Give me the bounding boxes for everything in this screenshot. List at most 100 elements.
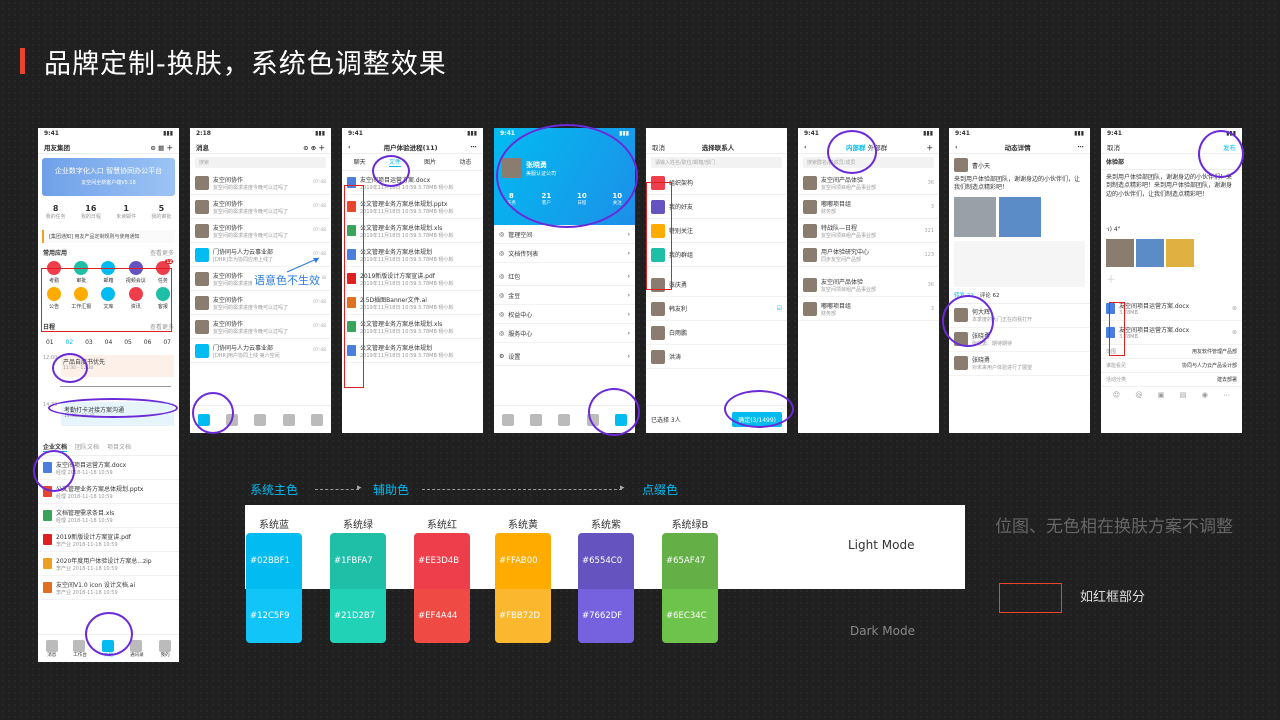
app-customer[interactable]: 客报 [151, 287, 175, 310]
message-row[interactable]: 友空间协作友空间的需求进度今晚可以过吗了07:48 [190, 195, 331, 219]
avatar[interactable] [954, 158, 968, 172]
search-input[interactable]: 搜索群名/群成员/成员 [803, 157, 934, 168]
docs-icon[interactable] [558, 413, 571, 426]
at-icon[interactable]: @ [1135, 391, 1142, 399]
group-row[interactable]: 特战队—日程 友空间项目组产品事业部 321 [798, 219, 939, 243]
app-video[interactable]: 视频会议 [124, 261, 148, 284]
app-library[interactable]: 文库 [96, 287, 120, 310]
doc-row[interactable]: 友空间V1.0 icon 设计文档.ai 李产业 2018-11-18 10:59 [38, 576, 179, 600]
cancel-button[interactable]: 取消 [652, 142, 665, 152]
category-starred[interactable]: 特别关注 [646, 219, 787, 243]
message-row[interactable]: 友空间协作友空间的需求进度今晚可以过吗了07:48 [190, 171, 331, 195]
comment-row[interactable]: 张晓勇 对未来用户体验进行了展望 [949, 352, 1090, 376]
app-task[interactable]: 任务 12 [151, 259, 175, 284]
group-row[interactable]: 友空间产品体验 友空间项目组产品事业部 36 [798, 171, 939, 195]
group-row[interactable]: 嘟嘟项目组 财务部 3 [798, 195, 939, 219]
post-image[interactable] [1166, 239, 1194, 267]
workbench-icon[interactable] [226, 413, 239, 426]
file-row[interactable]: 友空间项目运营方案.docx 2019年11月18日 10:59 3.78MB 杨… [342, 171, 483, 195]
menu-item[interactable]: ◎ 金豆 › [494, 286, 635, 305]
voice-clip[interactable]: ·ı) 4" [1106, 226, 1237, 233]
menu-item[interactable]: ◎ 管理空间 › [494, 225, 635, 244]
category-friends[interactable]: 我的好友 [646, 195, 787, 219]
app-news[interactable]: 资讯 [124, 287, 148, 310]
menu-item[interactable]: ◎ 红包 › [494, 267, 635, 286]
org-name[interactable]: 用友集团 [44, 142, 70, 152]
app-approval[interactable]: 审批 [69, 261, 93, 284]
confirm-button[interactable]: 确定(3/1499) [732, 412, 782, 427]
me-icon[interactable] [614, 413, 627, 426]
doc-row[interactable]: 2019新版设计方案宣讲.pdf 李产业 2018-11-18 10:59 [38, 528, 179, 552]
more-icon[interactable]: ⋯ [1078, 143, 1085, 151]
message-row[interactable]: 门协同与人力云事业部 [DHR]用户协同上线 第六空间 07:48 [190, 339, 331, 363]
event[interactable]: 12:00 产品自度书优先 11:30 - 12:30 [38, 352, 179, 380]
cancel-button[interactable]: 取消 [1107, 142, 1120, 152]
back-icon[interactable]: ‹ [955, 143, 958, 151]
stat[interactable]: 5 我的审批 [151, 204, 171, 226]
tab-workbench[interactable]: 工作台 [73, 639, 87, 658]
app-report[interactable]: 工作汇报 [69, 287, 93, 310]
attachment-row[interactable]: 友空间项目运营方案.docx 3.78MB ⊗ [1101, 297, 1242, 321]
event[interactable]: 14:30 考勤打卡对接方案沟通 14:30 - 15:30 [38, 394, 179, 434]
image-icon[interactable]: ▣ [1158, 391, 1165, 399]
tab-docs[interactable]: 文档 [102, 639, 115, 658]
doc-row[interactable]: 友空间项目运营方案.docx 经理 2018-11-18 10:59 [38, 456, 179, 480]
doc-row[interactable]: 公文管理业务方案总体规划.pptx 经理 2018-11-18 10:59 [38, 480, 179, 504]
tab-reposts[interactable]: 转发 22 [954, 291, 974, 299]
file-row[interactable]: 公文管理业务方案总体规划.xls 2019年11月18日 10:59 3.78MB… [342, 315, 483, 339]
tab-project-docs[interactable]: 项目文档 [107, 442, 131, 452]
file-row[interactable]: 公文管理业务方案总体规划 2019年11月18日 10:59 3.78MB 杨小彬 [342, 339, 483, 363]
group-row[interactable]: 友空间产品体验 友空间项目组产品事业部 36 [798, 273, 939, 297]
tab-comments[interactable]: 评论 62 [980, 291, 1000, 299]
notice-bar[interactable]: [集团通知] 用友产品定制规则与使用通知 [42, 230, 175, 243]
comment-row[interactable]: 张晓勇 张晓勇：期待期待 [949, 328, 1090, 352]
attachment-row[interactable]: 友空间项目运营方案.docx 3.78MB ⊗ [1101, 321, 1242, 345]
category-groups[interactable]: 我的群组 [646, 243, 787, 267]
contact-row[interactable]: 白雨鹏 [646, 321, 787, 345]
file-icon[interactable]: ▤ [1180, 391, 1187, 399]
tab-files[interactable]: 文件 [388, 157, 401, 167]
file-row[interactable]: 2.5D插图Banner文件.ai 2019年11月18日 10:59 3.78M… [342, 291, 483, 315]
doc-row[interactable]: 2020年度用户体验设计方案总...zip 李产业 2018-11-18 10:5… [38, 552, 179, 576]
add-icon[interactable]: ＋ [926, 142, 933, 152]
file-row[interactable]: 2019新版设计方案宣讲.pdf 2019年11月18日 10:59 3.78MB… [342, 267, 483, 291]
publish-button[interactable]: 发布 [1223, 142, 1236, 152]
meta-row[interactable]: 范围 用友软件管理产品部 [1101, 345, 1242, 359]
stat[interactable]: 1 未读邮件 [116, 204, 136, 226]
contact-row[interactable]: 张庆勇 [646, 273, 787, 297]
contact-row[interactable]: 洪涛 [646, 345, 787, 369]
group-row[interactable]: 用户体验研究中心 同步友空间产品部 123 [798, 243, 939, 267]
post-text[interactable]: 来到用户体验部团队，谢谢身边的小伙伴们！来到制造点精彩吧！来到用户体验部团队，谢… [1101, 170, 1242, 222]
contacts-icon[interactable] [282, 413, 295, 426]
file-row[interactable]: 公文管理业务方案总体规划.pptx 2019年11月18日 10:59 3.78M… [342, 195, 483, 219]
avatar[interactable] [502, 158, 522, 178]
post-image[interactable] [954, 196, 996, 237]
more-icon[interactable]: ⋯ [1223, 391, 1230, 399]
tab-team-docs[interactable]: 团队文档 [75, 442, 99, 452]
meta-row[interactable]: 谁能看见 协同与人力云产品设计部 [1101, 359, 1242, 373]
banner[interactable]: 企业数字化入口 智慧协同办公平台 友空间全新客户端V5.18 [42, 158, 175, 196]
remove-icon[interactable]: ⊗ [1232, 329, 1237, 336]
file-row[interactable]: 公文管理业务方案总体规划.xls 2019年11月18日 10:59 3.78MB… [342, 219, 483, 243]
add-image-icon[interactable]: ＋ [1106, 271, 1237, 295]
menu-item[interactable]: ◎ 文档传列表 › [494, 244, 635, 263]
docs-icon[interactable] [254, 413, 267, 426]
category-org[interactable]: 组织架构 [646, 171, 787, 195]
workbench-icon[interactable] [530, 413, 543, 426]
app-mail[interactable]: 邮箱 [96, 261, 120, 284]
nav-icons[interactable]: ⊙ ⊕ ＋ [303, 142, 325, 152]
tab-messages[interactable]: 消息 [45, 639, 58, 658]
contacts-icon[interactable] [586, 413, 599, 426]
more-icon[interactable]: ⋯ [471, 143, 478, 151]
menu-item[interactable]: ⚙ 设置 › [494, 347, 635, 366]
location-icon[interactable]: ◉ [1202, 391, 1208, 399]
checkbox-checked-icon[interactable]: ☑ [777, 305, 782, 312]
tab-me[interactable]: 我的 [159, 639, 172, 658]
tab-external-groups[interactable]: 外部群 [868, 144, 888, 152]
tab-enterprise-docs[interactable]: 企业文档 [43, 442, 68, 452]
doc-row[interactable]: 文档管理需求条目.xls 经理 2018-11-18 10:59 [38, 504, 179, 528]
post-image[interactable] [1106, 239, 1134, 267]
app-announce[interactable]: 公告 [42, 287, 66, 310]
tab-chat[interactable]: 聊天 [354, 157, 366, 167]
stat[interactable]: 8 我的任务 [46, 204, 66, 226]
